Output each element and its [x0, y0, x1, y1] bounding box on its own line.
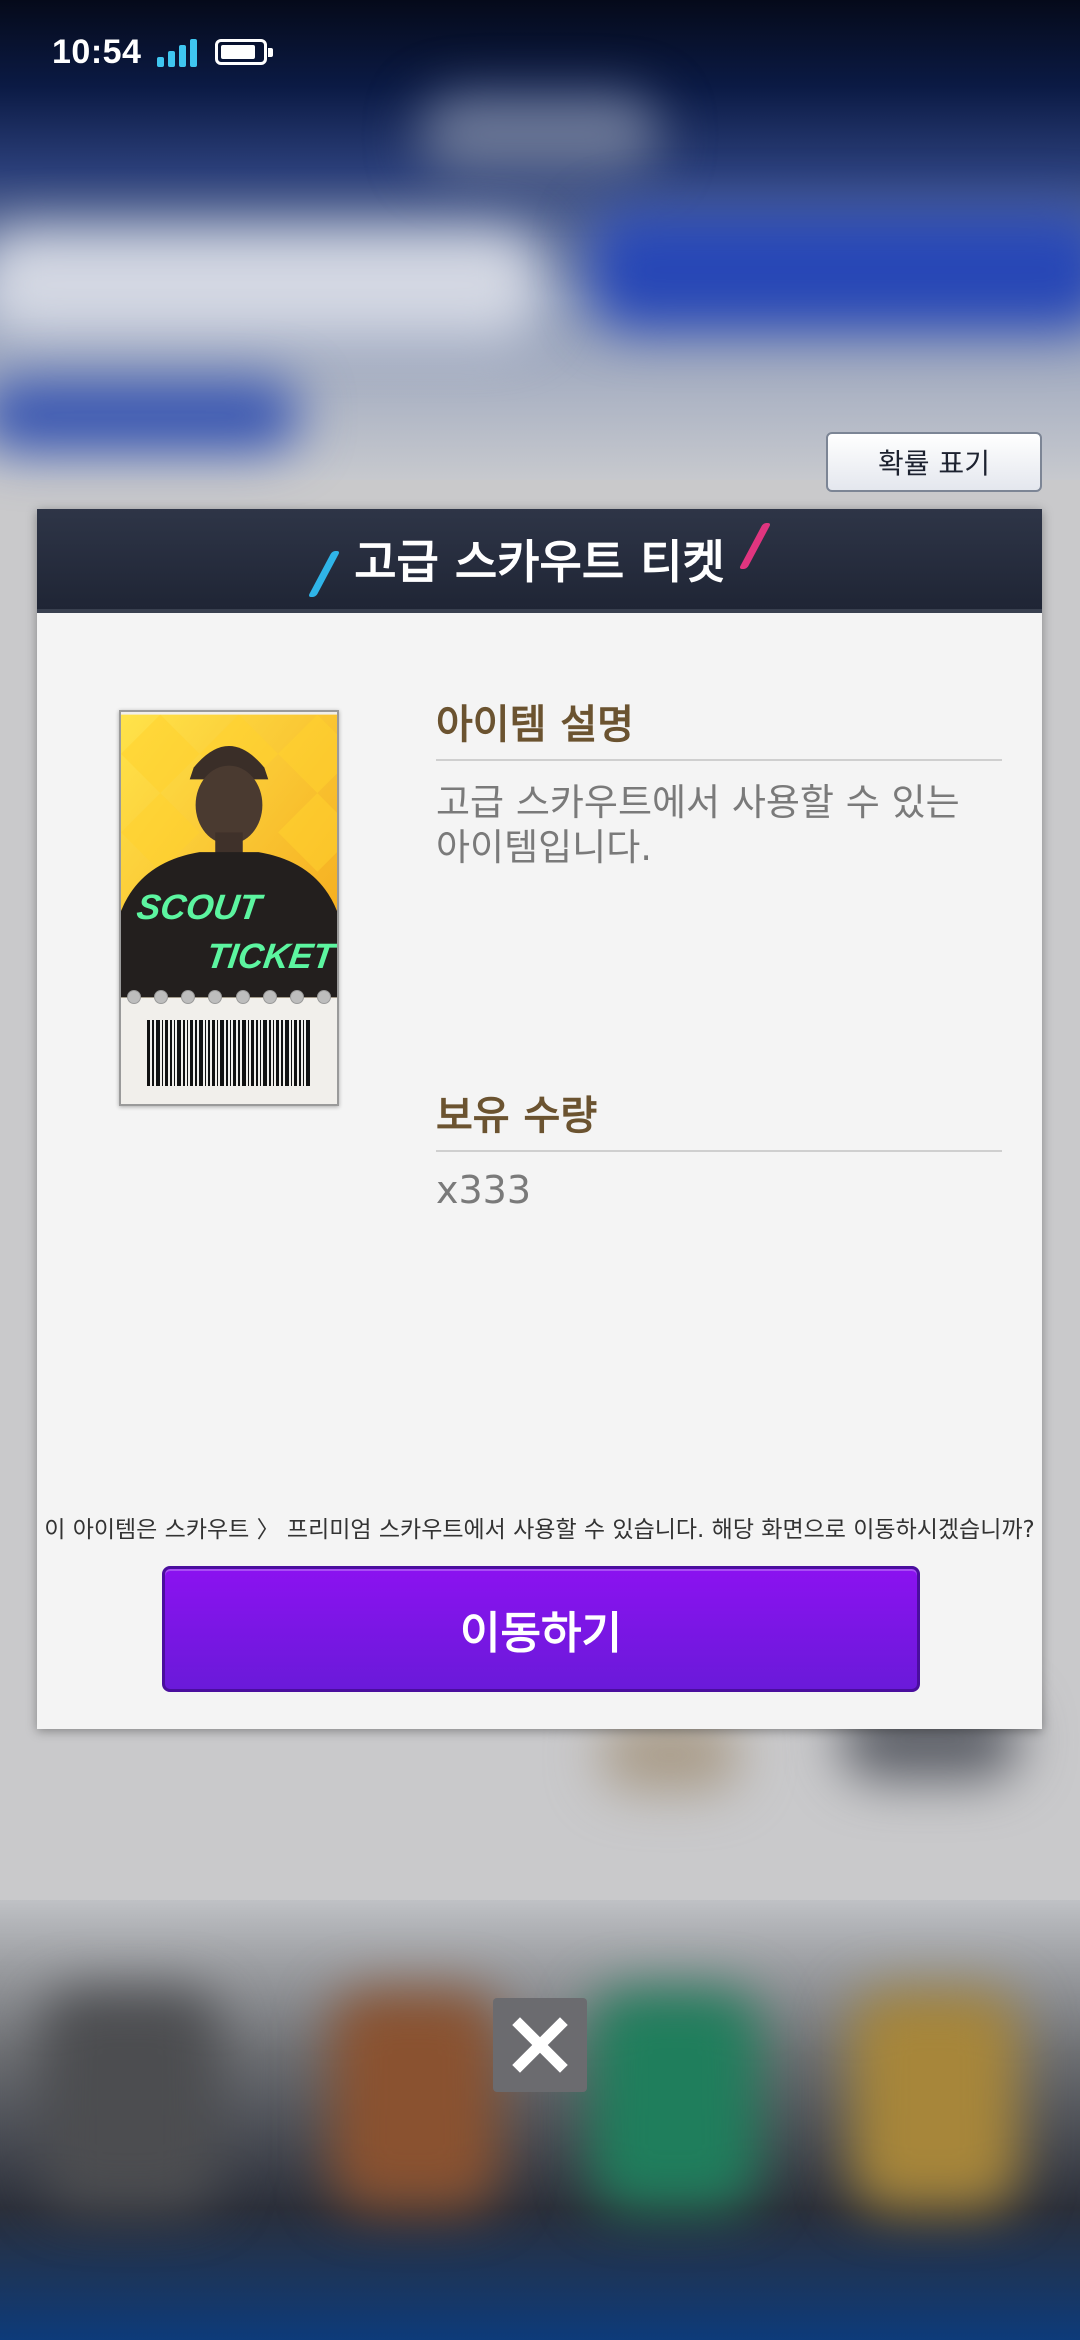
description-heading: 아이템 설명: [436, 702, 634, 748]
dialog-header: 고급 스카우트 티켓: [37, 509, 1042, 613]
probability-button[interactable]: 확률 표기: [826, 432, 1042, 492]
accent-slash-icon: [738, 523, 772, 569]
signal-icon: [157, 37, 198, 67]
ticket-art-text-1: SCOUT: [134, 887, 267, 927]
accent-slash-icon: [307, 551, 341, 597]
scout-ticket-image: SCOUT TICKET: [119, 710, 339, 1106]
close-icon: [512, 2017, 568, 2073]
dialog-title: 고급 스카우트 티켓: [354, 535, 725, 589]
close-button[interactable]: [493, 1998, 587, 2092]
status-bar: 10:54: [52, 28, 274, 76]
ticket-perforation: [127, 990, 331, 1004]
barcode: [147, 1020, 310, 1086]
quantity-divider: [436, 1150, 1002, 1152]
move-notice: 이 아이템은 스카우트 〉 프리미엄 스카우트에서 사용할 수 있습니다. 해당…: [44, 1517, 1035, 1543]
item-info-dialog: 고급 스카우트 티켓 SCOUT TICKET 아이템 설명 고급 스카우트에서…: [37, 509, 1042, 1729]
quantity-heading: 보유 수량: [436, 1093, 598, 1139]
battery-icon: [215, 39, 274, 65]
status-time: 10:54: [52, 32, 142, 71]
item-quantity: x333: [436, 1168, 532, 1212]
item-description: 고급 스카우트에서 사용할 수 있는 아이템입니다.: [436, 781, 960, 869]
ticket-art-text-2: TICKET: [204, 936, 337, 976]
move-button[interactable]: 이동하기: [162, 1566, 920, 1692]
ticket-art: SCOUT TICKET: [121, 714, 337, 998]
description-divider: [436, 759, 1002, 761]
